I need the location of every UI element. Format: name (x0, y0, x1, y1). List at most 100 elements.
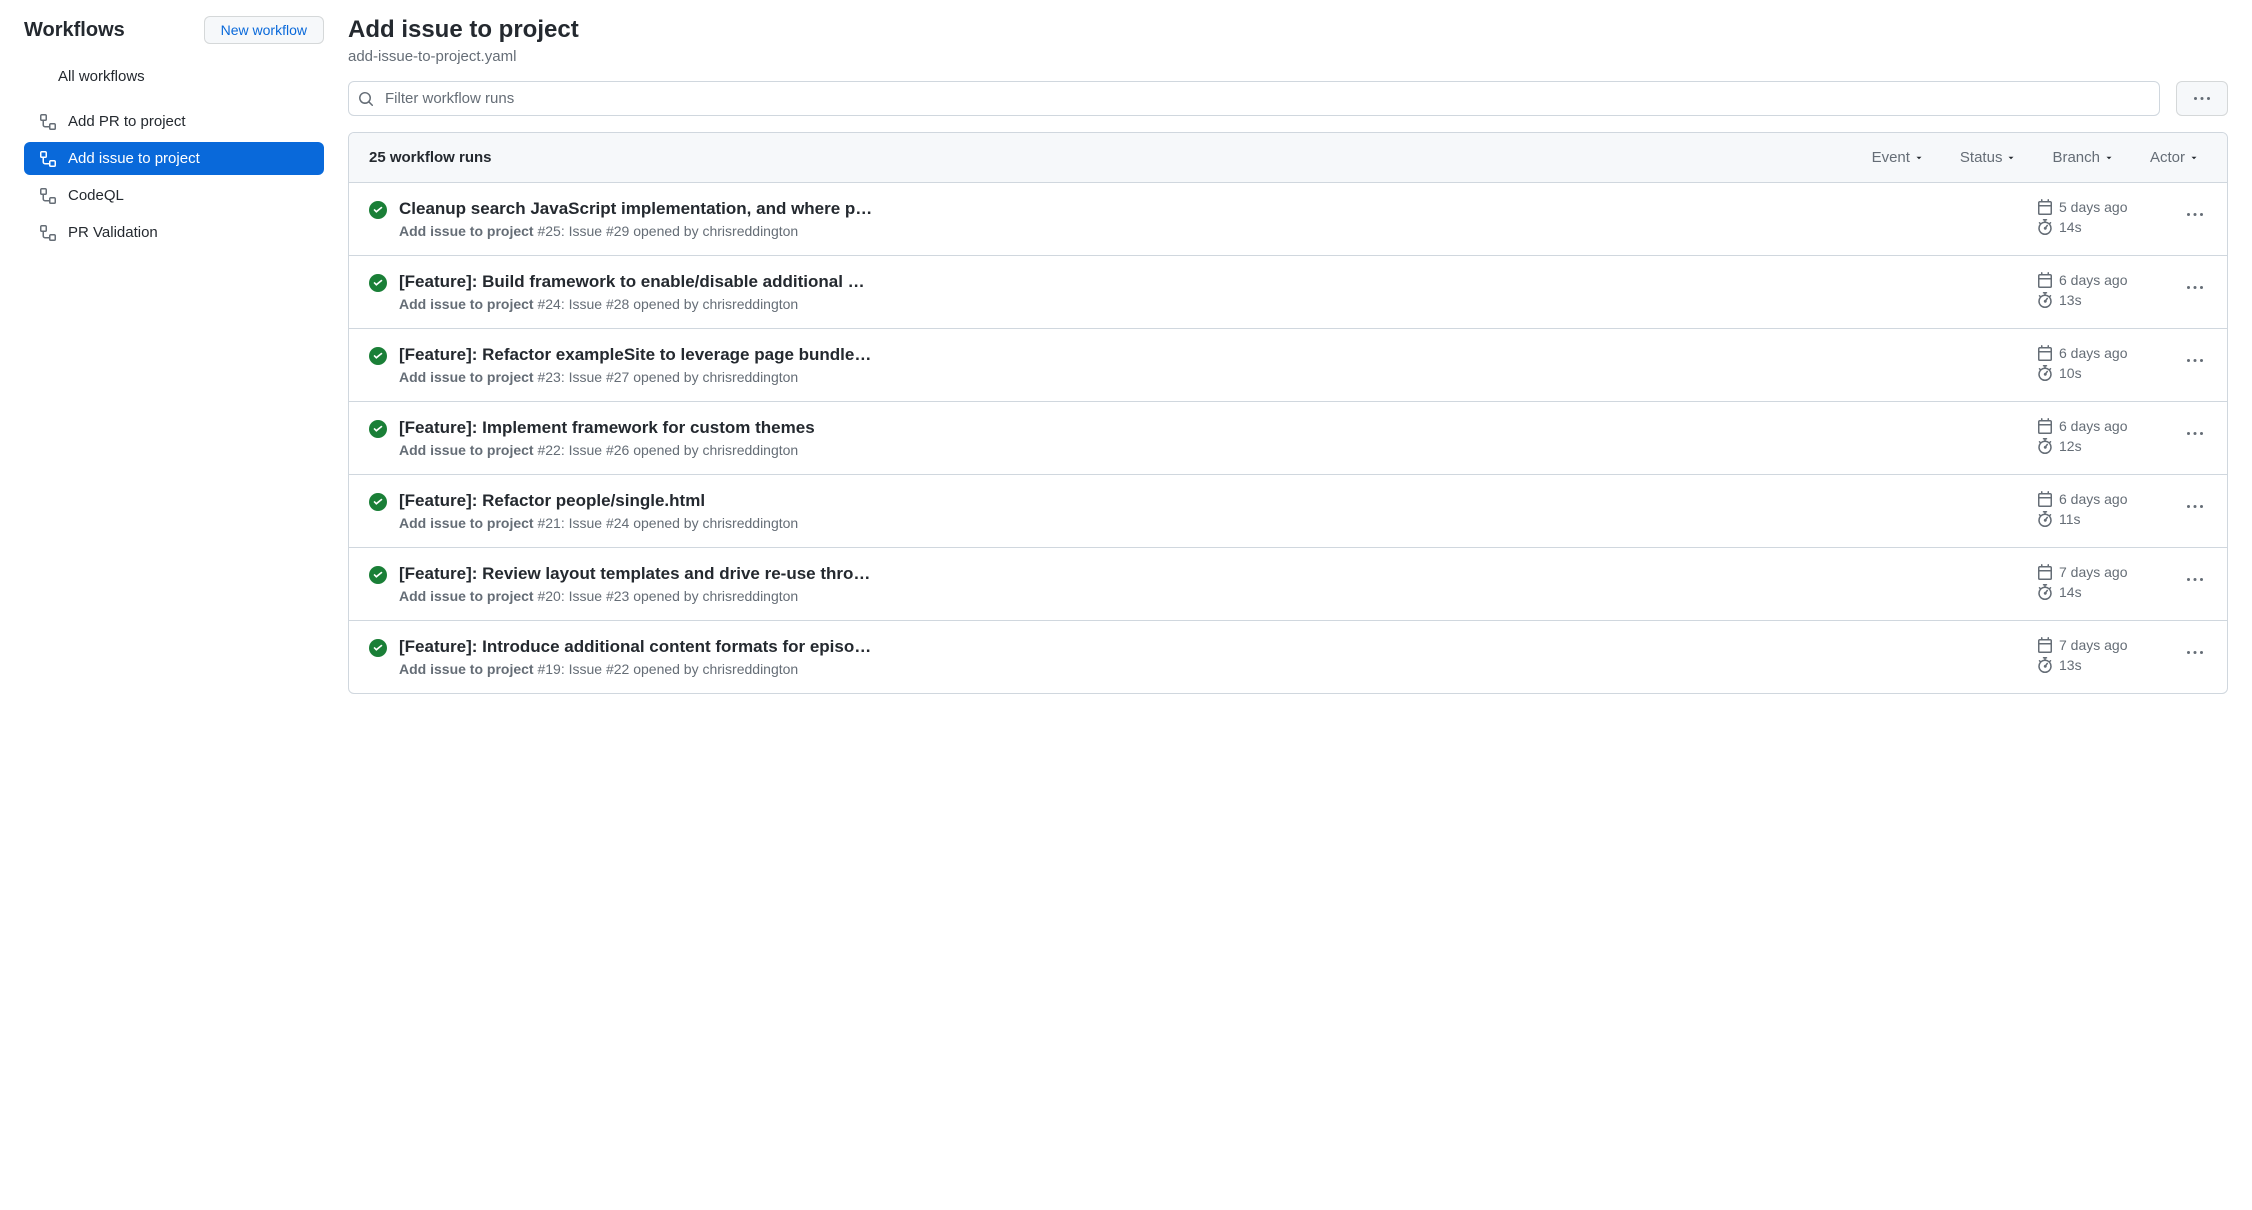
filter-label: Actor (2150, 149, 2185, 166)
run-time: 6 days ago (2059, 491, 2128, 507)
run-title[interactable]: [Feature]: Refactor exampleSite to lever… (399, 345, 2025, 365)
kebab-icon (2187, 207, 2203, 223)
calendar-icon (2037, 272, 2053, 288)
page-title: Add issue to project (348, 16, 2228, 44)
run-menu-button[interactable] (2183, 418, 2207, 453)
caret-down-icon (2189, 153, 2199, 163)
sidebar-item-label: All workflows (58, 68, 145, 85)
stopwatch-icon (2037, 219, 2053, 235)
run-menu-button[interactable] (2183, 637, 2207, 672)
filter-label: Branch (2052, 149, 2100, 166)
caret-down-icon (2104, 153, 2114, 163)
run-meta: Add issue to project #21: Issue #24 open… (399, 515, 2025, 531)
sidebar: Workflows New workflow All workflows Add… (24, 16, 324, 694)
filter-branch[interactable]: Branch (2052, 149, 2114, 166)
filter-actor[interactable]: Actor (2150, 149, 2199, 166)
main-content: Add issue to project add-issue-to-projec… (348, 16, 2228, 694)
run-meta: Add issue to project #24: Issue #28 open… (399, 296, 2025, 312)
sidebar-item-workflow[interactable]: Add issue to project (24, 142, 324, 175)
kebab-icon (2187, 280, 2203, 296)
run-duration: 10s (2059, 365, 2082, 381)
run-title[interactable]: [Feature]: Introduce additional content … (399, 637, 2025, 657)
search-icon (358, 91, 374, 107)
kebab-icon (2187, 499, 2203, 515)
page-subtitle: add-issue-to-project.yaml (348, 48, 2228, 65)
sidebar-item-label: Add PR to project (68, 113, 186, 130)
runs-box: 25 workflow runs Event Status Branch (348, 132, 2228, 694)
stopwatch-icon (2037, 584, 2053, 600)
kebab-icon (2187, 426, 2203, 442)
run-duration: 13s (2059, 292, 2082, 308)
stopwatch-icon (2037, 511, 2053, 527)
sidebar-item-label: Add issue to project (68, 150, 200, 167)
workflow-menu-button[interactable] (2176, 81, 2228, 116)
run-item: Cleanup search JavaScript implementation… (349, 183, 2227, 255)
run-menu-button[interactable] (2183, 564, 2207, 599)
success-icon (369, 201, 387, 219)
sidebar-item-all-workflows[interactable]: All workflows (24, 60, 324, 93)
stopwatch-icon (2037, 438, 2053, 454)
run-duration: 13s (2059, 657, 2082, 673)
run-time: 6 days ago (2059, 272, 2128, 288)
kebab-icon (2194, 91, 2210, 107)
run-menu-button[interactable] (2183, 272, 2207, 307)
kebab-icon (2187, 353, 2203, 369)
run-meta: Add issue to project #20: Issue #23 open… (399, 588, 2025, 604)
run-duration: 14s (2059, 219, 2082, 235)
workflow-icon (40, 225, 56, 241)
sidebar-item-workflow[interactable]: CodeQL (24, 179, 324, 212)
run-duration: 11s (2059, 511, 2081, 527)
run-item: [Feature]: Refactor people/single.html Ad… (349, 474, 2227, 547)
caret-down-icon (1914, 153, 1924, 163)
run-item: [Feature]: Implement framework for custo… (349, 401, 2227, 474)
filter-label: Status (1960, 149, 2003, 166)
kebab-icon (2187, 645, 2203, 661)
run-item: [Feature]: Build framework to enable/dis… (349, 255, 2227, 328)
run-meta: Add issue to project #25: Issue #29 open… (399, 223, 2025, 239)
success-icon (369, 566, 387, 584)
calendar-icon (2037, 418, 2053, 434)
calendar-icon (2037, 637, 2053, 653)
filter-event[interactable]: Event (1872, 149, 1924, 166)
sidebar-item-label: PR Validation (68, 224, 158, 241)
run-time: 5 days ago (2059, 199, 2128, 215)
workflow-icon (40, 151, 56, 167)
run-title[interactable]: [Feature]: Refactor people/single.html (399, 491, 2025, 511)
run-menu-button[interactable] (2183, 491, 2207, 526)
search-input[interactable] (348, 81, 2160, 116)
runs-list: Cleanup search JavaScript implementation… (349, 183, 2227, 693)
new-workflow-button[interactable]: New workflow (204, 16, 324, 44)
search-box (348, 81, 2160, 116)
success-icon (369, 274, 387, 292)
run-duration: 14s (2059, 584, 2082, 600)
success-icon (369, 493, 387, 511)
run-time: 7 days ago (2059, 637, 2128, 653)
sidebar-item-workflow[interactable]: PR Validation (24, 216, 324, 249)
filter-status[interactable]: Status (1960, 149, 2017, 166)
run-menu-button[interactable] (2183, 199, 2207, 234)
run-time: 7 days ago (2059, 564, 2128, 580)
stopwatch-icon (2037, 365, 2053, 381)
run-meta: Add issue to project #19: Issue #22 open… (399, 661, 2025, 677)
runs-count: 25 workflow runs (369, 149, 1872, 166)
filter-label: Event (1872, 149, 1910, 166)
success-icon (369, 639, 387, 657)
run-title[interactable]: [Feature]: Implement framework for custo… (399, 418, 2025, 438)
sidebar-item-workflow[interactable]: Add PR to project (24, 105, 324, 138)
success-icon (369, 420, 387, 438)
run-title[interactable]: Cleanup search JavaScript implementation… (399, 199, 2025, 219)
caret-down-icon (2006, 153, 2016, 163)
calendar-icon (2037, 199, 2053, 215)
run-menu-button[interactable] (2183, 345, 2207, 380)
calendar-icon (2037, 491, 2053, 507)
calendar-icon (2037, 564, 2053, 580)
run-item: [Feature]: Introduce additional content … (349, 620, 2227, 693)
run-time: 6 days ago (2059, 345, 2128, 361)
workflow-icon (40, 114, 56, 130)
sidebar-item-label: CodeQL (68, 187, 124, 204)
run-item: [Feature]: Refactor exampleSite to lever… (349, 328, 2227, 401)
run-title[interactable]: [Feature]: Review layout templates and d… (399, 564, 2025, 584)
run-time: 6 days ago (2059, 418, 2128, 434)
stopwatch-icon (2037, 657, 2053, 673)
run-title[interactable]: [Feature]: Build framework to enable/dis… (399, 272, 2025, 292)
